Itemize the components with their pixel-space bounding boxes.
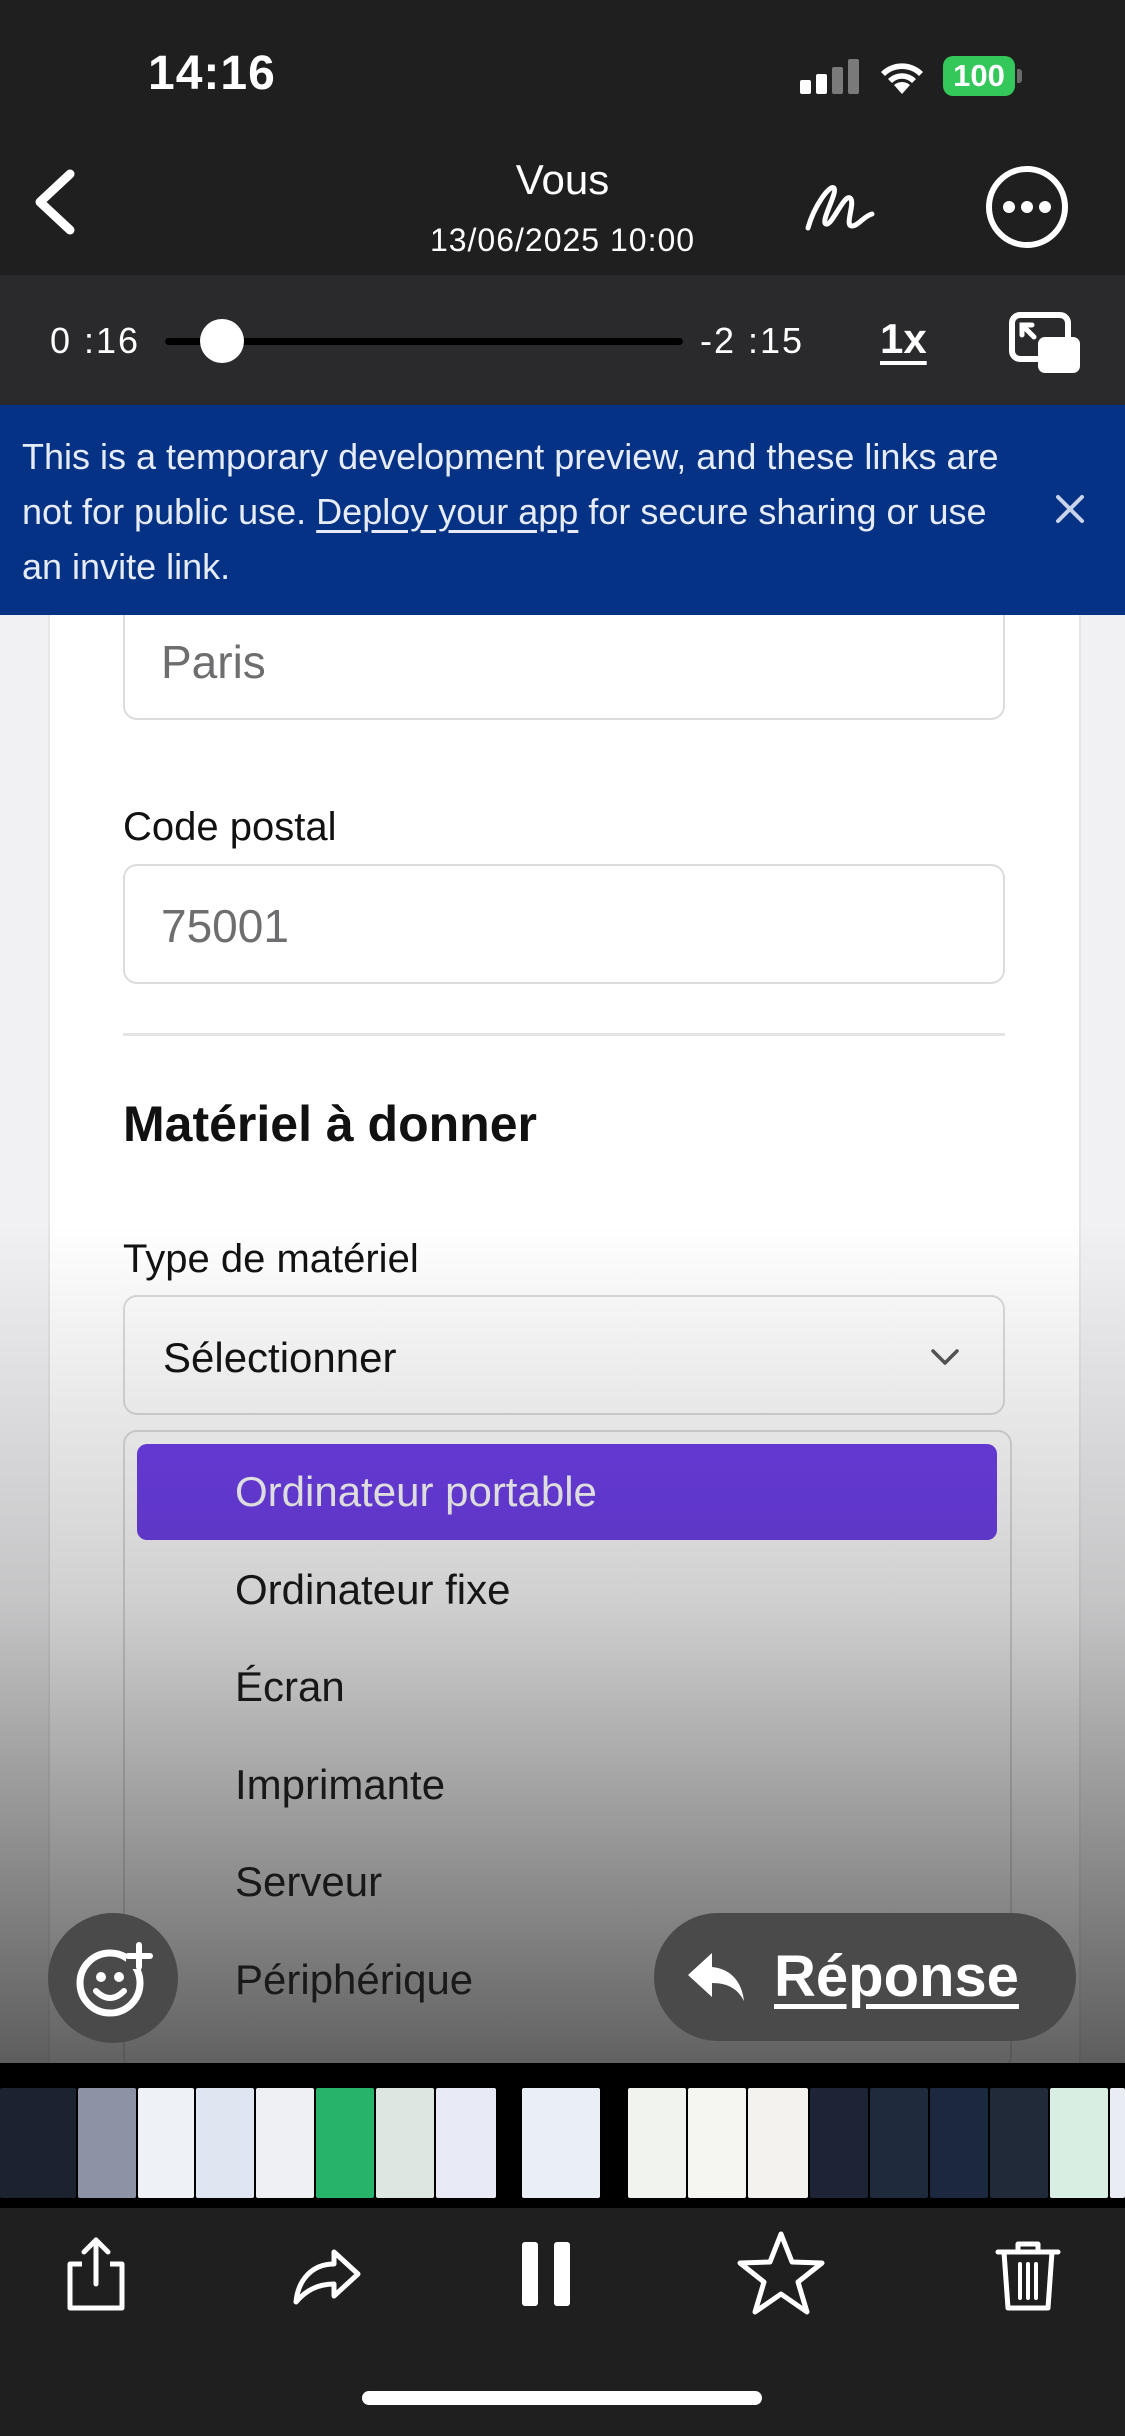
city-field[interactable]: Paris bbox=[123, 615, 1005, 720]
option-ordinateur-fixe[interactable]: Ordinateur fixe bbox=[137, 1542, 997, 1638]
home-indicator bbox=[362, 2391, 762, 2405]
video-frame-content: Paris Code postal 75001 Matériel à donne… bbox=[0, 615, 1125, 2065]
status-time: 14:16 bbox=[148, 47, 276, 100]
reply-button[interactable]: Réponse bbox=[654, 1913, 1076, 2041]
postal-code-label: Code postal bbox=[123, 805, 337, 849]
chevron-down-icon bbox=[931, 1349, 959, 1365]
nav-subtitle: 13/06/2025 10:00 bbox=[429, 222, 696, 258]
trash-icon[interactable] bbox=[988, 2234, 1068, 2314]
equipment-type-label: Type de matériel bbox=[123, 1237, 419, 1281]
pause-icon[interactable] bbox=[506, 2234, 586, 2314]
thumbnail[interactable] bbox=[522, 2088, 600, 2198]
thumbnail-strip[interactable] bbox=[0, 2063, 1125, 2208]
status-bar: 14:16 100 bbox=[0, 0, 1125, 150]
add-reaction-button[interactable] bbox=[48, 1913, 178, 2043]
thumbnail[interactable] bbox=[810, 2088, 868, 2198]
close-icon[interactable] bbox=[1048, 487, 1092, 531]
dev-preview-banner: This is a temporary development preview,… bbox=[0, 405, 1125, 615]
battery-level: 100 bbox=[943, 56, 1015, 96]
select-value: Sélectionner bbox=[163, 1334, 397, 1381]
thumbnail[interactable] bbox=[256, 2088, 314, 2198]
nav-header: Vous 13/06/2025 10:00 bbox=[0, 150, 1125, 275]
thumbnail[interactable] bbox=[316, 2088, 374, 2198]
thumbnail[interactable] bbox=[376, 2088, 434, 2198]
postal-code-value: 75001 bbox=[161, 900, 289, 952]
thumbnail[interactable] bbox=[196, 2088, 254, 2198]
thumbnail[interactable] bbox=[990, 2088, 1048, 2198]
playback-controls: 0 :16 -2 :15 1x bbox=[0, 275, 1125, 405]
playback-speed-button[interactable]: 1x bbox=[880, 315, 927, 363]
thumbnail[interactable] bbox=[0, 2088, 76, 2198]
reply-arrow-icon bbox=[688, 1953, 744, 2001]
thumbnail[interactable] bbox=[870, 2088, 928, 2198]
equipment-type-select[interactable]: Sélectionner bbox=[123, 1295, 1005, 1415]
section-title: Matériel à donner bbox=[123, 1096, 537, 1152]
thumbnail[interactable] bbox=[78, 2088, 136, 2198]
postal-code-field[interactable]: 75001 bbox=[123, 864, 1005, 984]
deploy-app-link[interactable]: Deploy your app bbox=[316, 491, 578, 532]
thumbnail[interactable] bbox=[628, 2088, 686, 2198]
nav-title: Vous bbox=[515, 156, 610, 203]
add-reaction-icon bbox=[76, 1942, 153, 2017]
thumbnail[interactable] bbox=[1110, 2088, 1125, 2198]
wifi-icon bbox=[881, 63, 923, 94]
thumbnail[interactable] bbox=[1050, 2088, 1108, 2198]
markup-signature-icon[interactable] bbox=[800, 166, 880, 246]
section-divider bbox=[123, 1033, 1005, 1036]
thumbnail[interactable] bbox=[436, 2088, 496, 2198]
forward-icon[interactable] bbox=[288, 2234, 368, 2314]
option-ordinateur-portable[interactable]: Ordinateur portable bbox=[137, 1444, 997, 1540]
banner-message: This is a temporary development preview,… bbox=[22, 429, 1012, 594]
reply-label: Réponse bbox=[774, 1944, 1019, 2009]
scrubber-thumb[interactable] bbox=[199, 319, 244, 363]
thumbnail[interactable] bbox=[138, 2088, 194, 2198]
thumbnail[interactable] bbox=[930, 2088, 988, 2198]
option-ecran[interactable]: Écran bbox=[137, 1639, 997, 1735]
picture-in-picture-icon[interactable] bbox=[1008, 311, 1084, 377]
cellular-signal-icon bbox=[800, 58, 860, 94]
elapsed-time: 0 :16 bbox=[50, 320, 141, 361]
share-icon[interactable] bbox=[56, 2234, 136, 2314]
option-imprimante[interactable]: Imprimante bbox=[137, 1737, 997, 1833]
star-icon[interactable] bbox=[736, 2228, 826, 2318]
city-value: Paris bbox=[161, 636, 266, 688]
ellipsis-circle-icon[interactable] bbox=[984, 164, 1070, 250]
battery-icon: 100 bbox=[943, 56, 1023, 96]
thumbnail[interactable] bbox=[748, 2088, 808, 2198]
remaining-time: -2 :15 bbox=[700, 320, 805, 361]
thumbnail[interactable] bbox=[688, 2088, 746, 2198]
